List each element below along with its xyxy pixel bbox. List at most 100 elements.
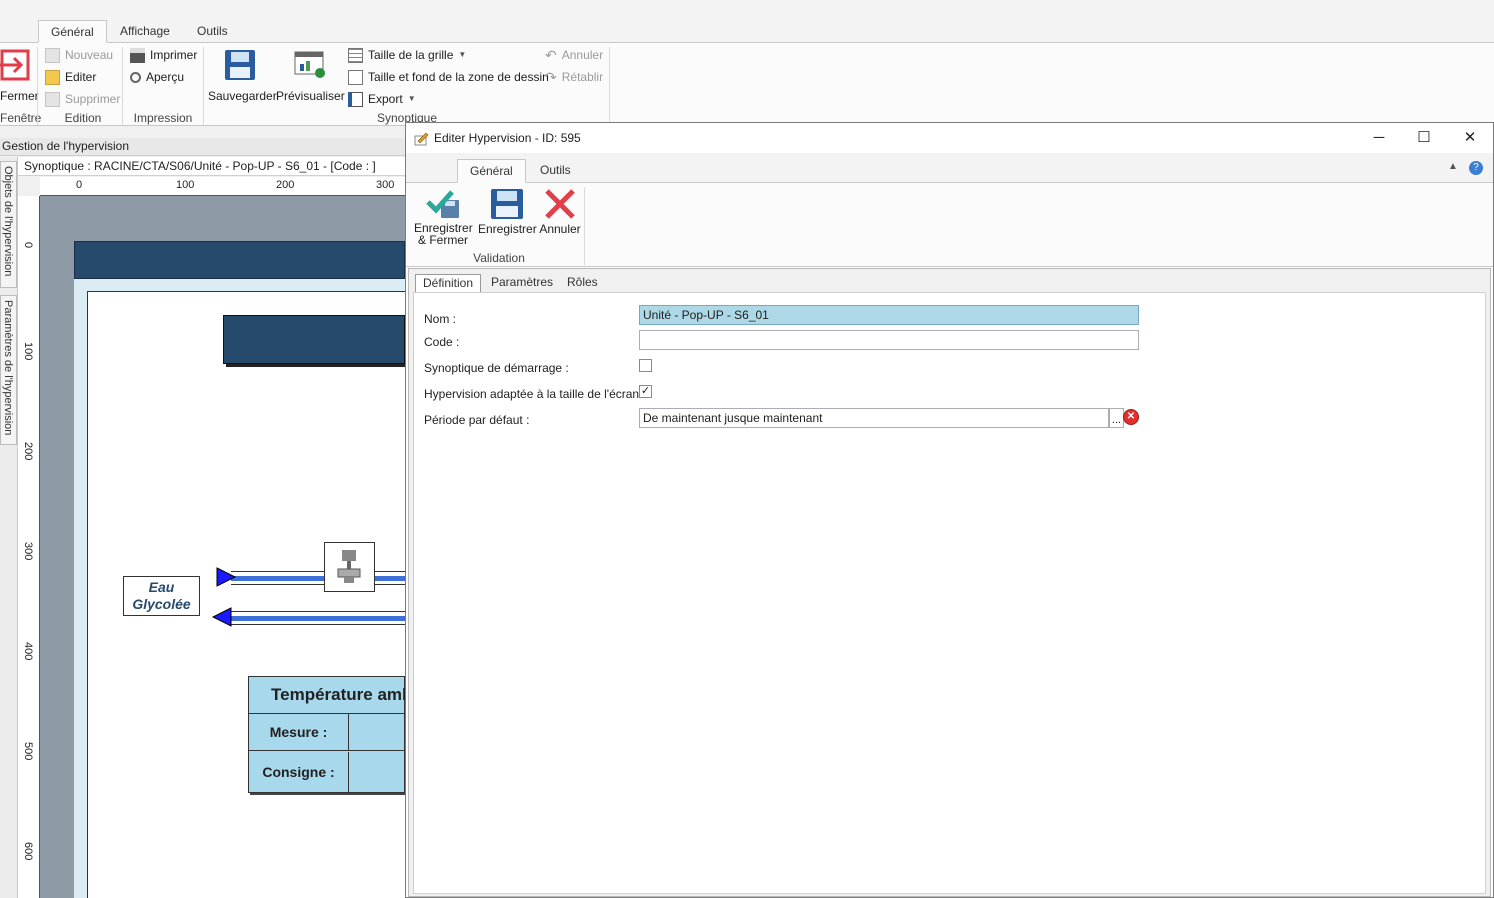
new-doc-icon — [45, 47, 60, 63]
glycolee-text: Glycolée — [132, 596, 191, 612]
save-close-button[interactable]: Enregistrer & Fermer — [414, 188, 473, 247]
dialog-title-bar: Editer Hypervision - ID: 595 ─ ☐ ✕ — [406, 123, 1493, 153]
return-pipe[interactable] — [231, 611, 405, 625]
temperature-title: Température amb — [249, 677, 406, 714]
close-label: Fermer — [0, 89, 39, 103]
minimize-icon: ─ — [1373, 129, 1385, 146]
edition-group-label: Edition — [64, 111, 102, 125]
vertical-ruler: 0 100 200 300 400 500 600 — [18, 196, 40, 898]
cancel-button[interactable]: Annuler — [538, 188, 582, 236]
ruler-mark: 0 — [76, 179, 83, 191]
minimize-button[interactable]: ─ — [1356, 123, 1402, 153]
tab-general[interactable]: Général — [38, 20, 107, 43]
grid-size-dropdown[interactable]: Taille de la grille ▼ — [348, 45, 466, 65]
save-ribbon-button[interactable]: Sauvegarder — [208, 48, 277, 103]
eau-glycolee-label-box[interactable]: Eau Glycolée — [123, 576, 200, 616]
header-banner-shape[interactable] — [74, 241, 405, 279]
eau-text: Eau — [148, 579, 175, 595]
fit-screen-checkbox[interactable]: ✓ — [639, 385, 652, 398]
vertical-tab-strip: Objets de l'hypervision Paramètres de l'… — [0, 157, 18, 898]
tab-affichage[interactable]: Affichage — [108, 20, 182, 43]
delete-label: Supprimer — [65, 92, 121, 106]
delete-button[interactable]: Supprimer — [45, 89, 120, 109]
checkmark-icon: ✓ — [640, 385, 651, 397]
edit-hypervision-dialog: Editer Hypervision - ID: 595 ─ ☐ ✕ Génér… — [405, 122, 1494, 898]
close-icon: ✕ — [1463, 129, 1477, 146]
save-button[interactable]: Enregistrer — [478, 188, 537, 236]
ribbon-tab-bar: Général Affichage Outils — [0, 0, 1494, 43]
floppy-icon — [225, 50, 255, 80]
printer-icon — [130, 47, 145, 63]
drawing-area-button[interactable]: Taille et fond de la zone de dessin — [348, 67, 549, 87]
redo-button[interactable]: ↷ Rétablir — [545, 67, 603, 87]
clear-period-button[interactable]: ✕ — [1123, 409, 1139, 425]
period-picker-button[interactable]: ... — [1109, 408, 1124, 428]
cancel-label: Annuler — [539, 222, 581, 236]
new-button[interactable]: Nouveau — [45, 45, 113, 65]
consigne-label: Consigne : — [249, 752, 349, 792]
ruler-mark: 200 — [22, 442, 34, 461]
dialog-tab-general[interactable]: Général — [457, 159, 526, 183]
dialog-content: Définition Paramètres Rôles Nom : Unité … — [408, 268, 1491, 897]
subtab-definition[interactable]: Définition — [415, 274, 482, 292]
preview-window-icon — [294, 51, 325, 78]
ruler-mark: 600 — [22, 842, 34, 861]
subtab-roles[interactable]: Rôles — [560, 274, 605, 292]
close-button[interactable]: Fermer — [0, 48, 39, 103]
undo-button[interactable]: ↶ Annuler — [545, 45, 603, 65]
preview-button[interactable]: Aperçu — [130, 67, 184, 87]
mesure-label: Mesure : — [249, 714, 349, 751]
title-box-shape[interactable] — [223, 315, 405, 364]
new-label: Nouveau — [65, 48, 114, 62]
dialog-tab-outils[interactable]: Outils — [528, 159, 583, 183]
floppy-icon — [491, 189, 523, 219]
drawing-area-label: Taille et fond de la zone de dessin — [368, 70, 549, 84]
code-label: Code : — [424, 335, 460, 349]
chevron-down-icon: ▼ — [407, 94, 416, 103]
redo-label: Rétablir — [561, 70, 604, 84]
separator — [122, 47, 123, 125]
edit-button[interactable]: Editer — [45, 67, 96, 87]
delete-doc-icon — [45, 91, 60, 107]
collapse-ribbon-icon[interactable]: ▲ — [1448, 161, 1458, 172]
nom-input[interactable]: Unité - Pop-UP - S6_01 — [639, 305, 1139, 325]
print-button[interactable]: Imprimer — [130, 45, 197, 65]
code-input[interactable] — [639, 330, 1139, 350]
vtab-objects[interactable]: Objets de l'hypervision — [0, 161, 17, 288]
valve-shape[interactable] — [324, 542, 375, 592]
separator — [203, 47, 204, 125]
export-dropdown[interactable]: Export ▼ — [348, 89, 416, 109]
separator — [609, 47, 610, 125]
grid-size-label: Taille de la grille — [368, 48, 454, 62]
help-icon[interactable]: ? — [1469, 161, 1483, 175]
definition-form: Nom : Unité - Pop-UP - S6_01 Code : Syno… — [413, 292, 1486, 894]
save-close-icon — [426, 190, 459, 218]
close-window-button[interactable]: ✕ — [1447, 123, 1493, 153]
temperature-table[interactable]: Température amb Mesure : Consigne : — [248, 676, 406, 793]
arrow-left-icon — [211, 607, 232, 627]
drawing-area-icon — [348, 69, 363, 85]
clear-x-icon: ✕ — [1126, 411, 1136, 422]
print-label: Imprimer — [150, 48, 198, 62]
maximize-button[interactable]: ☐ — [1401, 123, 1447, 153]
default-period-input[interactable]: De maintenant jusque maintenant — [639, 408, 1109, 428]
ruler-mark: 100 — [22, 342, 34, 361]
startup-synoptic-checkbox[interactable] — [639, 359, 652, 372]
folder-edit-icon — [45, 69, 60, 85]
ribbon-body: Fermer Fenêtre Nouveau Editer Supprimer … — [0, 43, 1494, 126]
save-close-label-2: & Fermer — [417, 233, 468, 247]
tab-outils[interactable]: Outils — [185, 20, 240, 43]
maximize-icon: ☐ — [1417, 129, 1431, 146]
subtab-parametres[interactable]: Paramètres — [484, 274, 560, 292]
ruler-mark: 400 — [22, 642, 34, 661]
previsualize-button[interactable]: Prévisualiser — [276, 48, 345, 103]
edit-label: Editer — [65, 70, 97, 84]
ruler-mark: 200 — [276, 179, 295, 191]
mesure-value-cell — [349, 714, 406, 751]
export-label: Export — [368, 92, 403, 106]
undo-icon: ↶ — [545, 47, 557, 63]
designer-header: Gestion de l'hypervision — [0, 138, 405, 156]
supply-pipe[interactable] — [231, 571, 405, 585]
print-group-label: Impression — [133, 111, 193, 125]
vtab-parameters[interactable]: Paramètres de l'hypervision — [0, 295, 17, 445]
